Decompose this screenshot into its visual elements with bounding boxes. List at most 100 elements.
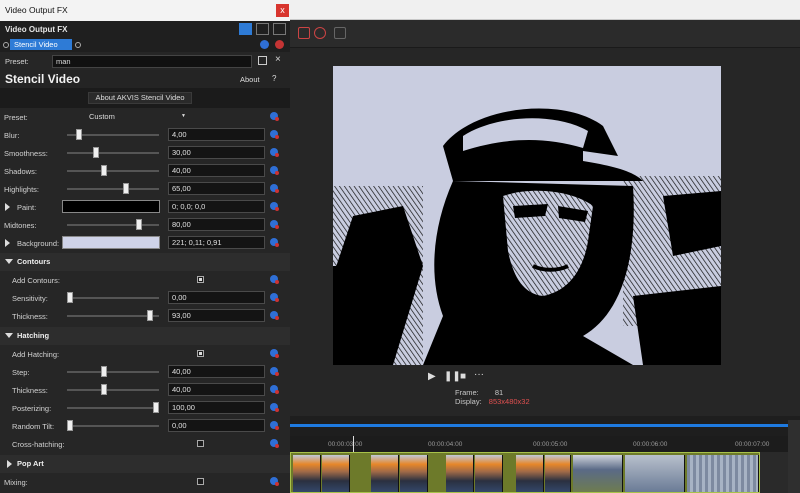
keyframe-icon[interactable] [270,439,279,448]
mixing-row: Mixing: [0,473,290,491]
pop-art-title: Pop Art [17,459,44,468]
blur-slider-thumb[interactable] [75,129,82,140]
posterizing-value-field[interactable]: 100,00 [168,401,265,414]
highlights-slider[interactable] [67,188,159,190]
timeline-ruler[interactable]: 00:00:03:00 00:00:04:00 00:00:05:00 00:0… [290,436,800,452]
keyframe-icon[interactable] [270,477,279,486]
background-expand-icon[interactable] [5,239,10,247]
sensitivity-slider-thumb[interactable] [67,292,73,303]
keyframe-icon[interactable] [270,202,279,211]
save-preset-icon[interactable] [258,56,267,65]
mixing-checkbox[interactable] [197,478,204,485]
contour-thickness-label: Thickness: [12,312,48,321]
background-color-swatch[interactable] [62,236,160,249]
highlights-value-field[interactable]: 65,00 [168,182,265,195]
timeline-scrollbar[interactable] [290,424,800,427]
view-split-icon[interactable] [256,23,269,35]
keyframe-icon[interactable] [270,238,279,247]
remove-plugin-icon[interactable] [275,40,284,49]
smoothness-slider[interactable] [67,152,159,154]
random-tilt-value-field[interactable]: 0,00 [168,419,265,432]
sensitivity-slider[interactable] [67,297,159,299]
hatching-section-header[interactable]: Hatching [0,327,290,345]
contours-section-header[interactable]: Contours [0,253,290,271]
hatch-thickness-slider-thumb[interactable] [101,384,108,395]
keyframe-icon[interactable] [270,385,279,394]
about-button-row: About AKVIS Stencil Video [0,88,290,108]
keyframe-icon[interactable] [270,184,279,193]
add-contours-checkbox[interactable] [197,276,204,283]
paint-color-swatch[interactable] [62,200,160,213]
cross-hatching-checkbox[interactable] [197,440,204,447]
keyframe-icon[interactable] [270,403,279,412]
keyframe-icon[interactable] [270,130,279,139]
help-link[interactable]: ? [272,74,276,83]
pop-art-section-header[interactable]: Pop Art [0,455,290,473]
stop-icon[interactable]: ■ [460,371,466,382]
hatch-thickness-value-field[interactable]: 40,00 [168,383,265,396]
highlights-slider-thumb[interactable] [122,183,129,194]
keyframe-icon[interactable] [270,220,279,229]
view-columns-icon[interactable] [273,23,286,35]
fx-icon[interactable] [298,27,310,39]
keyframe-icon[interactable] [270,112,279,121]
shadows-slider-thumb[interactable] [101,165,108,176]
grid-icon[interactable] [334,27,346,39]
blur-value-field[interactable]: 4,00 [168,128,265,141]
contour-thickness-slider[interactable] [67,315,159,317]
sensitivity-value-field[interactable]: 0,00 [168,291,265,304]
random-tilt-slider[interactable] [67,425,159,427]
playhead[interactable] [353,436,354,452]
preset-input[interactable]: man [52,55,252,68]
smoothness-slider-thumb[interactable] [92,147,99,158]
keyframe-icon[interactable] [270,166,279,175]
posterizing-label: Posterizing: [12,404,52,413]
keyframe-icon[interactable] [270,148,279,157]
record-icon[interactable] [314,27,326,39]
close-button[interactable]: x [276,4,289,17]
step-slider-thumb[interactable] [101,366,108,377]
keyframe-icon[interactable] [270,275,279,284]
keyframe-icon[interactable] [270,367,279,376]
midtones-slider-thumb[interactable] [135,219,142,230]
highlights-label: Highlights: [4,185,40,194]
view-single-icon[interactable] [239,23,252,35]
keyframe-icon[interactable] [270,311,279,320]
posterizing-slider[interactable] [67,407,159,409]
delete-preset-icon[interactable]: × [275,54,281,65]
add-hatching-checkbox[interactable] [197,350,204,357]
keyframe-icon[interactable] [270,293,279,302]
about-akvis-button[interactable]: About AKVIS Stencil Video [88,92,192,104]
step-slider[interactable] [67,371,159,373]
paint-value-field[interactable]: 0; 0,0; 0,0 [168,200,265,213]
preset-dropdown[interactable]: Custom [86,110,190,123]
background-value-field[interactable]: 221; 0,11; 0,91 [168,236,265,249]
clip-thumbnail [446,455,474,492]
fx-chain-item-stencil[interactable]: Stencil Video [10,39,72,50]
play-icon[interactable]: ▶ [428,371,436,382]
vertical-scrollbar[interactable] [788,420,800,493]
more-icon[interactable]: ··· [474,369,484,380]
posterizing-slider-thumb[interactable] [153,402,159,413]
smoothness-value-field[interactable]: 30,00 [168,146,265,159]
about-link[interactable]: About [240,75,260,84]
midtones-value-field[interactable]: 80,00 [168,218,265,231]
keyframe-icon[interactable] [270,421,279,430]
app-menubar [290,0,800,20]
plugin-header: Stencil Video About ? [0,70,290,88]
preview-toolbar [290,20,800,48]
plugin-chooser-icon[interactable] [260,40,269,49]
frame-label: Frame: [455,388,479,397]
shadows-slider[interactable] [67,170,159,172]
midtones-slider[interactable] [67,224,159,226]
random-tilt-slider-thumb[interactable] [67,420,73,431]
shadows-value-field[interactable]: 40,00 [168,164,265,177]
keyframe-icon[interactable] [270,349,279,358]
contour-thickness-slider-thumb[interactable] [146,310,153,321]
video-clip[interactable] [290,452,760,493]
pause-icon[interactable]: ❚❚ [444,371,461,382]
step-value-field[interactable]: 40,00 [168,365,265,378]
hatch-thickness-slider[interactable] [67,389,159,391]
paint-expand-icon[interactable] [5,203,10,211]
contour-thickness-value-field[interactable]: 93,00 [168,309,265,322]
